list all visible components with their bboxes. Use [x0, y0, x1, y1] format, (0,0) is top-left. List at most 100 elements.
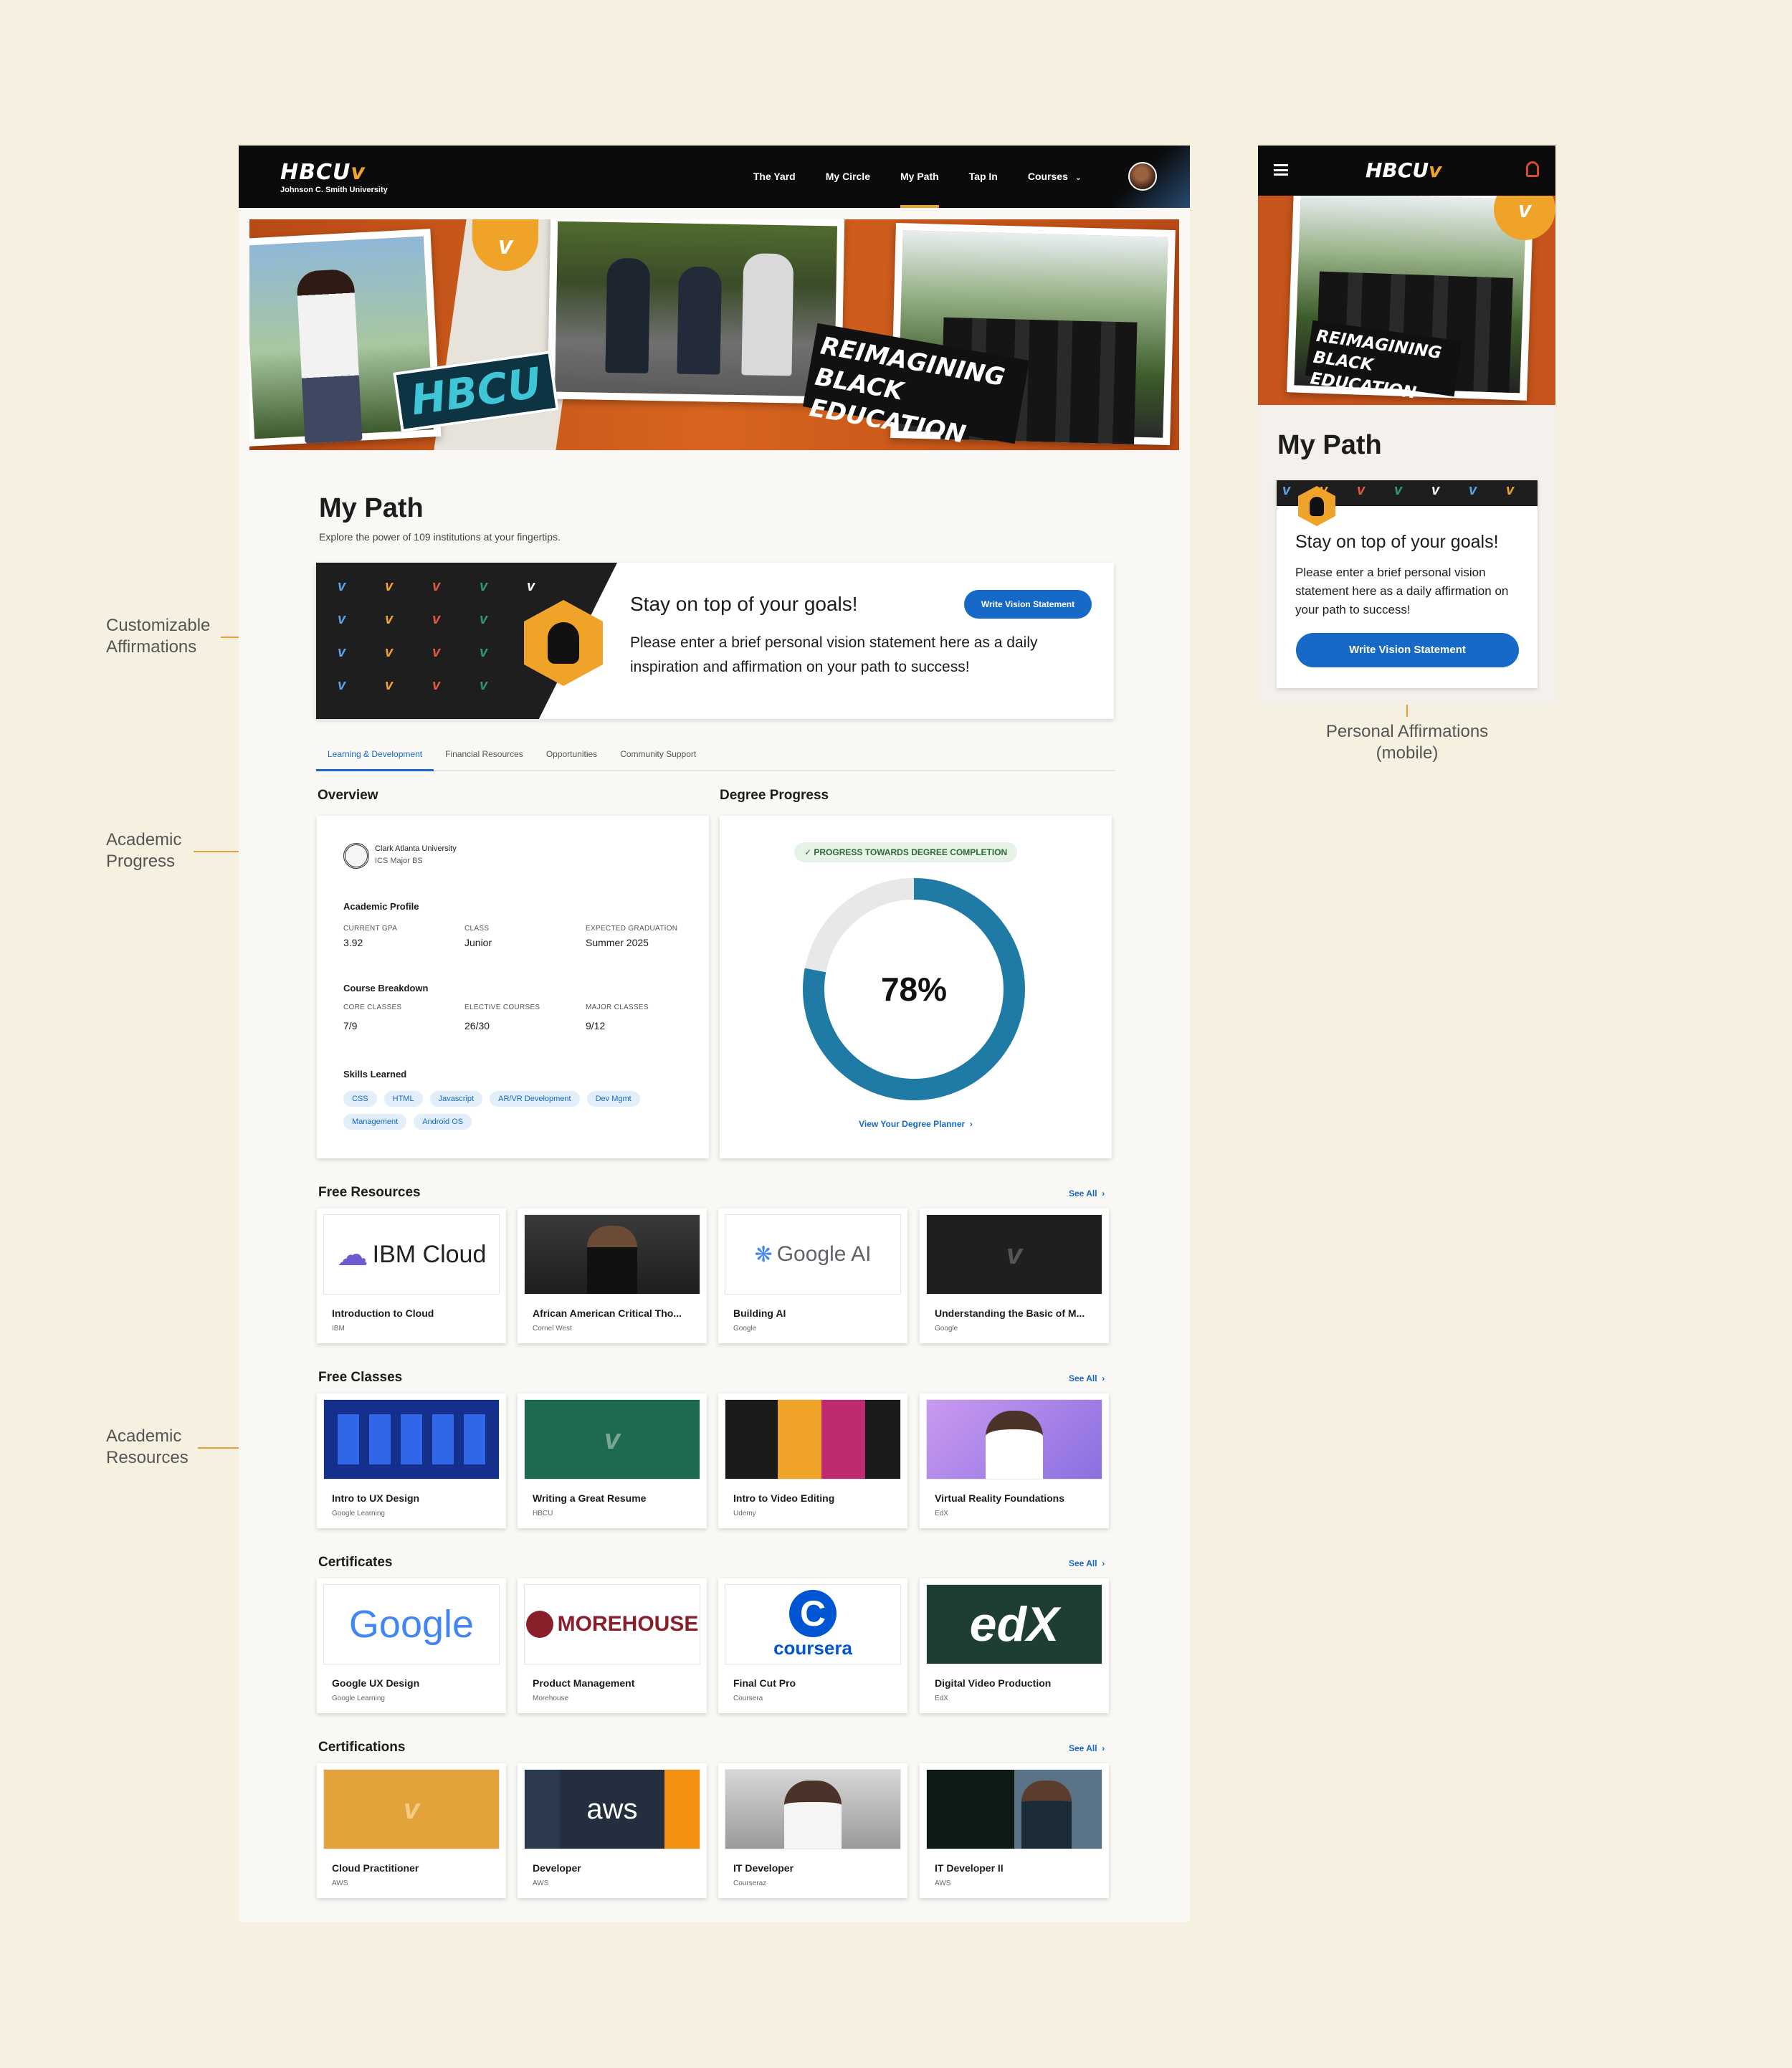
annotation-academic-progress: Academic Progress [106, 830, 182, 871]
resource-provider: Udemy [733, 1510, 756, 1517]
hamburger-menu-icon[interactable] [1274, 164, 1288, 176]
resource-provider: Google Learning [332, 1695, 385, 1702]
resource-title: Building AI [733, 1307, 786, 1319]
hero-photo-students [547, 219, 845, 404]
university-seal-icon [343, 843, 369, 869]
resource-card[interactable]: ☁ IBM Cloud Introduction to Cloud IBM [317, 1209, 506, 1343]
write-vision-statement-button[interactable]: Write Vision Statement [964, 590, 1092, 619]
hero-banner: HBCU REIMAGINING BLACK EDUCATION v [249, 219, 1179, 450]
resource-card[interactable]: African American Critical Tho... Cornel W… [518, 1209, 707, 1343]
bell-icon[interactable] [1526, 161, 1539, 177]
nav-my-path[interactable]: My Path [885, 146, 954, 208]
resource-provider: Courseraz [733, 1879, 767, 1887]
see-all-link[interactable]: See All › [1069, 1188, 1105, 1199]
thumbnail-logo: Google [348, 1603, 475, 1646]
resource-card[interactable]: IT Developer II AWS [920, 1763, 1109, 1898]
degree-progress-ring: 78% [803, 878, 1025, 1100]
mobile-write-vision-statement-button[interactable]: Write Vision Statement [1296, 633, 1519, 667]
mobile-page-title: My Path [1277, 430, 1382, 460]
tab-opportunities[interactable]: Opportunities [535, 738, 609, 770]
skill-chip[interactable]: AR/VR Development [490, 1091, 580, 1107]
sparkle-icon: ❋ [754, 1242, 773, 1267]
resource-title: IT Developer II [935, 1862, 1004, 1874]
skill-chip[interactable]: Management [343, 1114, 407, 1130]
resource-card[interactable]: aws Developer AWS [518, 1763, 707, 1898]
v-mark-icon: v [480, 578, 488, 594]
cloud-icon: ☁ [336, 1236, 368, 1272]
resource-card[interactable]: Ccoursera Final Cut Pro Coursera [718, 1578, 907, 1713]
resource-title: Final Cut Pro [733, 1677, 796, 1689]
skills-list: CSS HTML Javascript AR/VR Development Dev Mg… [343, 1091, 680, 1137]
resource-provider: Morehouse [533, 1695, 569, 1702]
nav-my-circle[interactable]: My Circle [811, 146, 885, 208]
overview-heading: Overview [318, 788, 378, 803]
mobile-hbcu-logo[interactable]: HBCUv [1366, 158, 1441, 182]
skill-chip[interactable]: HTML [383, 1091, 423, 1107]
user-menu[interactable] [1115, 146, 1190, 208]
resource-thumbnail: aws [524, 1769, 700, 1849]
university-name: Clark Atlanta University [375, 844, 457, 853]
section-title: Certificates [318, 1555, 393, 1570]
tab-financial-resources[interactable]: Financial Resources [434, 738, 535, 770]
resource-title: Writing a Great Resume [533, 1492, 647, 1504]
resource-card[interactable]: Intro to UX Design Google Learning [317, 1393, 506, 1528]
skill-chip[interactable]: Android OS [414, 1114, 472, 1130]
academic-profile: Current GPA 3.92 Class Junior Expected Gra… [343, 925, 678, 948]
mobile-affirmation-card: vvvvvvv Stay on top of your goals! Pleas… [1277, 480, 1538, 688]
v-mark-icon: v [1357, 482, 1366, 498]
resource-thumbnail [524, 1214, 700, 1295]
resource-card[interactable]: MOREHOUSE Product Management Morehouse [518, 1578, 707, 1713]
annotation-mobile: Personal Affirmations (mobile) [1325, 722, 1489, 763]
v-mark-icon: v [480, 611, 488, 627]
resource-title: African American Critical Tho... [533, 1307, 682, 1319]
resource-card[interactable]: IT Developer Courseraz [718, 1763, 907, 1898]
nav-courses-label: Courses [1027, 171, 1068, 182]
resource-thumbnail: ❋ Google AI [725, 1214, 901, 1295]
resource-provider: EdX [935, 1510, 948, 1517]
resource-title: Developer [533, 1862, 581, 1874]
chevron-right-icon: › [1097, 1743, 1105, 1753]
v-mark-icon: v [338, 644, 346, 660]
thumbnail-logo: Google AI [776, 1242, 872, 1266]
v-mark-icon: v [385, 644, 394, 660]
resource-card[interactable]: v Cloud Practitioner AWS [317, 1763, 506, 1898]
resource-provider: HBCU [533, 1510, 553, 1517]
overview-card: Clark Atlanta University ICS Major BS Ac… [317, 816, 709, 1158]
resource-thumbnail [725, 1399, 901, 1479]
see-all-link[interactable]: See All › [1069, 1743, 1105, 1753]
resource-thumbnail [725, 1769, 901, 1849]
mobile-nav: HBCUv [1258, 146, 1555, 196]
see-all-link[interactable]: See All › [1069, 1373, 1105, 1383]
resource-tabs: Learning & Development Financial Resourc… [316, 738, 1115, 771]
skill-chip[interactable]: CSS [343, 1091, 377, 1107]
resource-card[interactable]: Intro to Video Editing Udemy [718, 1393, 907, 1528]
nav-tap-in[interactable]: Tap In [954, 146, 1013, 208]
resource-title: Introduction to Cloud [332, 1307, 434, 1319]
tab-learning-development[interactable]: Learning & Development [316, 738, 434, 771]
skill-chip[interactable]: Dev Mgmt [586, 1091, 640, 1107]
annotation-affirmations: Customizable Affirmations [106, 616, 211, 657]
resource-card[interactable]: edX Digital Video Production EdX [920, 1578, 1109, 1713]
nav-the-yard[interactable]: The Yard [738, 146, 811, 208]
hbcu-logo[interactable]: HBCUv Johnson C. Smith University [280, 160, 388, 194]
nav-courses[interactable]: Courses ⌄ [1013, 146, 1097, 208]
resource-card[interactable]: Google Google UX Design Google Learning [317, 1578, 506, 1713]
degree-percent: 78% [881, 971, 947, 1008]
academic-profile-heading: Academic Profile [343, 901, 419, 912]
degree-planner-link[interactable]: View Your Degree Planner › [720, 1119, 1112, 1129]
resource-thumbnail [926, 1399, 1102, 1479]
see-all-link[interactable]: See All › [1069, 1558, 1105, 1568]
resource-provider: EdX [935, 1695, 948, 1702]
resource-card[interactable]: Virtual Reality Foundations EdX [920, 1393, 1109, 1528]
resource-card[interactable]: v Understanding the Basic of M... Google [920, 1209, 1109, 1343]
resource-card[interactable]: v Writing a Great Resume HBCU [518, 1393, 707, 1528]
skill-chip[interactable]: Javascript [429, 1091, 483, 1107]
affirmation-title: Stay on top of your goals! [630, 593, 858, 615]
resource-provider: Google Learning [332, 1510, 385, 1517]
tab-community-support[interactable]: Community Support [609, 738, 707, 770]
v-mark-icon: v [1282, 482, 1291, 498]
resource-card[interactable]: ❋ Google AI Building AI Google [718, 1209, 907, 1343]
v-mark-icon: v [1394, 482, 1403, 498]
avatar[interactable] [1128, 162, 1157, 191]
v-mark-icon: v [338, 578, 346, 594]
